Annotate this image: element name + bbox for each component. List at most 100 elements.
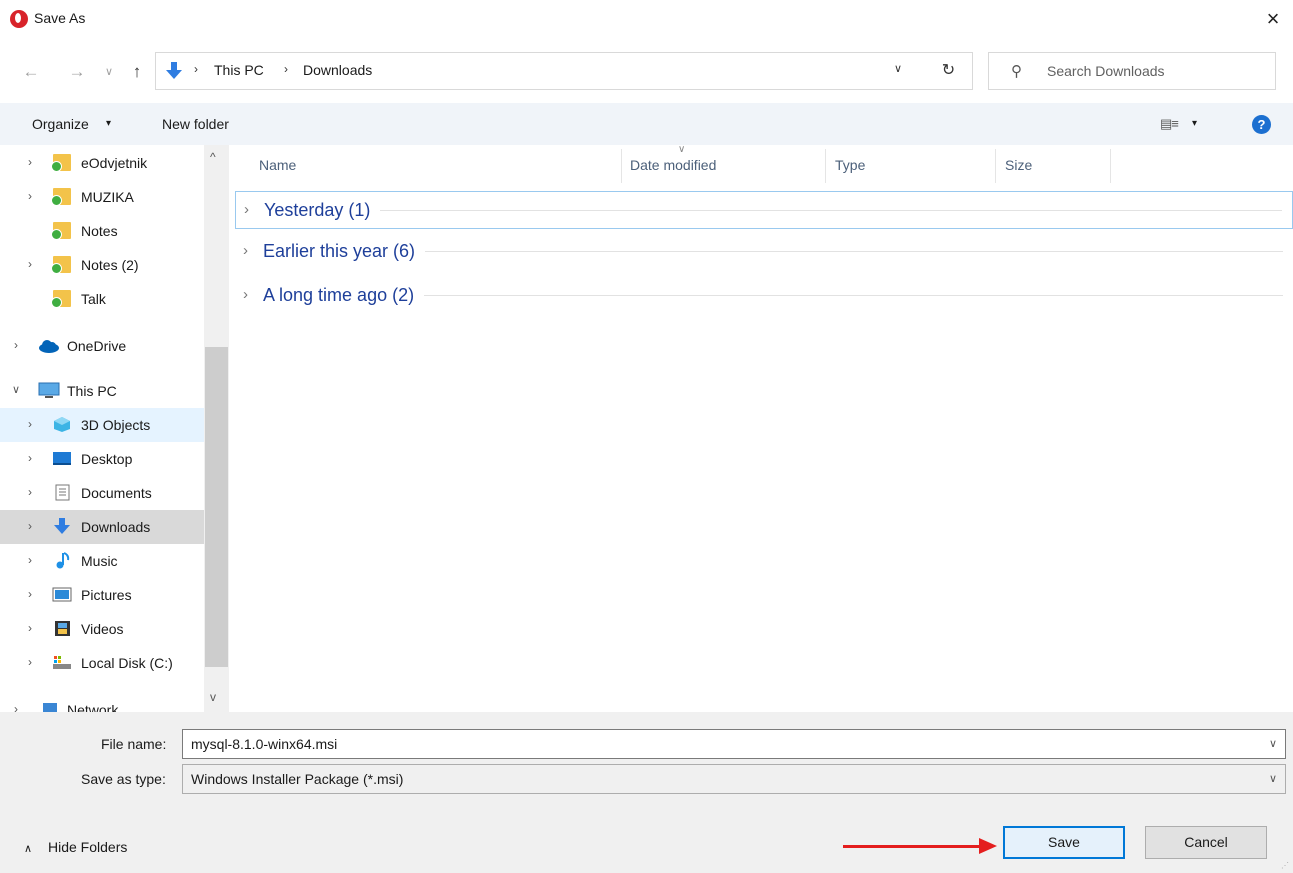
sidebar-item-documents[interactable]: › Documents xyxy=(0,476,204,510)
organize-button[interactable]: Organize xyxy=(32,116,89,132)
new-folder-button[interactable]: New folder xyxy=(162,116,229,132)
file-name-field[interactable]: mysql-8.1.0-winx64.msi ∨ xyxy=(182,729,1286,759)
command-bar: Organize ▾ New folder ▤≡ ▾ ? xyxy=(0,103,1293,145)
caret-down-icon[interactable]: ▾ xyxy=(106,118,111,129)
chevron-right-icon[interactable]: › xyxy=(28,587,32,601)
chevron-right-icon[interactable]: › xyxy=(28,257,32,271)
close-icon[interactable]: × xyxy=(1258,6,1288,32)
sidebar-item-label: Pictures xyxy=(81,587,132,603)
sidebar-item-downloads[interactable]: › Downloads xyxy=(0,510,204,544)
sidebar-item-label: OneDrive xyxy=(67,338,127,354)
chevron-right-icon[interactable]: › xyxy=(28,155,32,169)
sidebar-item-label: Notes (2) xyxy=(81,257,139,273)
save-as-type-label: Save as type: xyxy=(81,771,166,787)
chevron-right-icon[interactable]: › xyxy=(14,338,18,352)
navigation-pane: › eOdvjetnik › MUZIKA Notes › Notes (2) … xyxy=(0,145,229,712)
scroll-down-icon[interactable]: v xyxy=(210,690,216,704)
breadcrumb-this-pc[interactable]: This PC xyxy=(214,62,264,78)
search-icon: ⚲ xyxy=(1011,63,1022,80)
column-header-type[interactable]: Type xyxy=(835,157,865,173)
sidebar-item-label: Network xyxy=(67,702,119,712)
hide-folders-button[interactable]: Hide Folders xyxy=(48,839,127,855)
shared-folder-icon xyxy=(51,290,71,308)
disk-icon xyxy=(53,656,71,669)
chevron-right-icon[interactable]: › xyxy=(28,655,32,669)
video-icon xyxy=(55,621,70,636)
help-icon[interactable]: ? xyxy=(1252,115,1271,134)
sidebar-item-desktop[interactable]: › Desktop xyxy=(0,442,204,476)
chevron-right-icon[interactable]: › xyxy=(28,189,32,203)
chevron-right-icon[interactable]: › xyxy=(244,201,249,218)
column-header-name[interactable]: Name xyxy=(259,157,296,173)
chevron-up-icon[interactable]: ∧ xyxy=(24,842,32,855)
chevron-down-icon[interactable]: ∨ xyxy=(12,383,20,396)
breadcrumb-downloads[interactable]: Downloads xyxy=(303,62,372,78)
group-title: Earlier this year (6) xyxy=(263,241,426,262)
up-arrow-icon[interactable]: ↑ xyxy=(126,60,148,84)
chevron-right-icon[interactable]: › xyxy=(28,451,32,465)
sidebar-item-onedrive[interactable]: › OneDrive xyxy=(0,329,204,363)
back-arrow-icon[interactable]: ← xyxy=(20,60,42,84)
sidebar-item-label: Desktop xyxy=(81,451,133,467)
cloud-icon xyxy=(39,340,59,353)
sidebar-item-label: MUZIKA xyxy=(81,189,134,205)
chevron-right-icon[interactable]: › xyxy=(243,286,248,303)
group-header-a-long-time-ago[interactable]: › A long time ago (2) xyxy=(235,277,1293,315)
search-input[interactable]: ⚲ Search Downloads xyxy=(988,52,1276,90)
save-as-type-value: Windows Installer Package (*.msi) xyxy=(191,771,404,787)
column-divider[interactable] xyxy=(825,149,826,183)
search-placeholder: Search Downloads xyxy=(1047,63,1165,79)
chevron-down-icon[interactable]: ∨ xyxy=(894,62,902,75)
save-button[interactable]: Save xyxy=(1003,826,1125,859)
sidebar-item-3d-objects[interactable]: › 3D Objects xyxy=(0,408,204,442)
group-header-earlier-this-year[interactable]: › Earlier this year (6) xyxy=(235,233,1293,271)
sidebar-item-pictures[interactable]: › Pictures xyxy=(0,578,204,612)
column-divider[interactable] xyxy=(1110,149,1111,183)
sidebar-item-music[interactable]: › Music xyxy=(0,544,204,578)
sidebar-item-label: Documents xyxy=(81,485,152,501)
chevron-right-icon[interactable]: › xyxy=(28,417,32,431)
save-as-type-select[interactable]: Windows Installer Package (*.msi) ∨ xyxy=(182,764,1286,794)
chevron-right-icon[interactable]: › xyxy=(243,242,248,259)
sidebar-item-this-pc[interactable]: ∨ This PC xyxy=(0,374,204,408)
file-name-label: File name: xyxy=(101,736,167,752)
sidebar-item-label: 3D Objects xyxy=(81,417,151,433)
chevron-right-icon[interactable]: › xyxy=(14,702,18,712)
scroll-up-icon[interactable]: ^ xyxy=(210,150,216,164)
sidebar-item-network[interactable]: › Network xyxy=(0,693,204,712)
forward-arrow-icon[interactable]: → xyxy=(66,60,88,84)
computer-icon xyxy=(38,382,60,398)
refresh-icon[interactable]: ↻ xyxy=(928,57,968,85)
shared-folder-icon xyxy=(51,222,71,240)
chevron-down-icon[interactable]: ∨ xyxy=(1269,772,1277,785)
column-header-size[interactable]: Size xyxy=(1005,157,1032,173)
view-options-icon[interactable]: ▤≡ xyxy=(1160,116,1179,132)
file-name-value: mysql-8.1.0-winx64.msi xyxy=(191,736,338,752)
column-divider[interactable] xyxy=(621,149,622,183)
sidebar-item-eodvjetnik[interactable]: › eOdvjetnik xyxy=(0,146,204,180)
chevron-down-icon[interactable]: ∨ xyxy=(1269,737,1277,750)
column-header-date-modified[interactable]: Date modified xyxy=(630,157,716,173)
sidebar-item-notes-2[interactable]: › Notes (2) xyxy=(0,248,204,282)
cancel-button[interactable]: Cancel xyxy=(1145,826,1267,859)
chevron-right-icon[interactable]: › xyxy=(28,621,32,635)
recent-locations-icon[interactable]: ∨ xyxy=(98,60,120,84)
address-bar[interactable]: › This PC › Downloads ∨ ↻ xyxy=(155,52,973,90)
sidebar-item-talk[interactable]: Talk xyxy=(0,282,204,316)
resize-grip-icon[interactable]: ⋰ xyxy=(1281,861,1289,870)
caret-down-icon[interactable]: ▾ xyxy=(1192,118,1197,129)
sidebar-item-local-disk[interactable]: › Local Disk (C:) xyxy=(0,646,204,680)
sidebar-item-muzika[interactable]: › MUZIKA xyxy=(0,180,204,214)
scrollbar-thumb[interactable] xyxy=(205,347,228,667)
group-header-yesterday[interactable]: › Yesterday (1) xyxy=(235,191,1293,229)
annotation-arrow xyxy=(843,845,983,848)
desktop-icon xyxy=(53,452,71,465)
chevron-right-icon[interactable]: › xyxy=(28,553,32,567)
chevron-right-icon[interactable]: › xyxy=(28,519,32,533)
sidebar-item-notes[interactable]: Notes xyxy=(0,214,204,248)
sidebar-item-label: Local Disk (C:) xyxy=(81,655,173,671)
column-divider[interactable] xyxy=(995,149,996,183)
chevron-right-icon[interactable]: › xyxy=(28,485,32,499)
sidebar-item-videos[interactable]: › Videos xyxy=(0,612,204,646)
download-icon xyxy=(166,62,182,79)
